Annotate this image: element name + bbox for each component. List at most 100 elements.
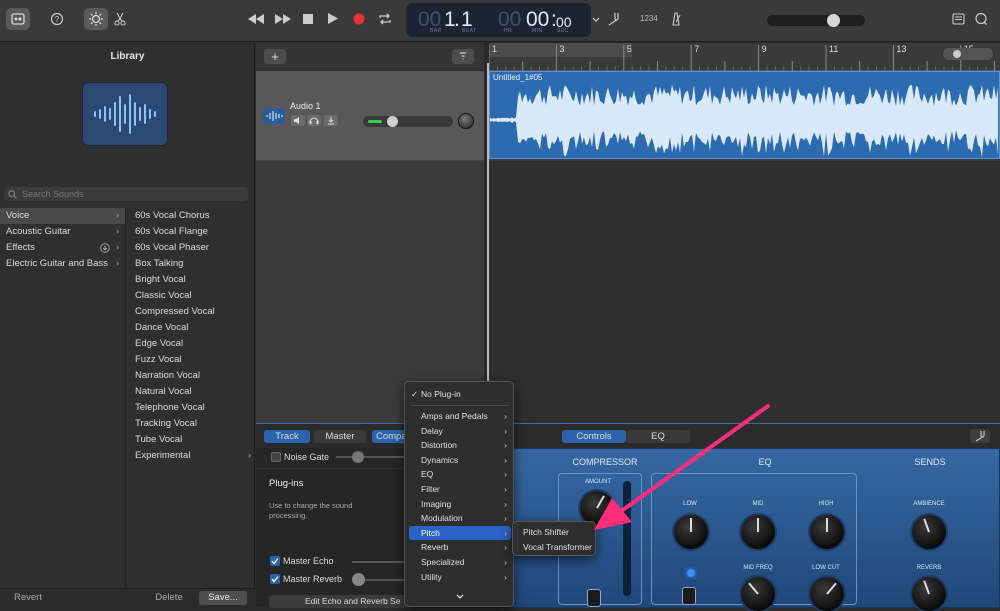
menu-item-pitch[interactable]: Pitch › xyxy=(409,525,511,540)
inspector-button[interactable] xyxy=(970,429,990,443)
tab-master[interactable]: Master xyxy=(314,430,366,443)
noise-gate-checkbox[interactable] xyxy=(271,452,281,462)
master-volume-thumb[interactable] xyxy=(827,14,840,27)
svg-text:?: ? xyxy=(55,15,60,24)
noise-gate-slider[interactable] xyxy=(336,456,406,458)
menu-item-reverb[interactable]: Reverb › xyxy=(409,540,511,554)
ambience-label: AMBIENCE xyxy=(913,501,945,507)
play-button[interactable] xyxy=(321,8,345,30)
reverb-knob[interactable] xyxy=(912,577,946,611)
delete-button[interactable]: Delete xyxy=(148,591,190,605)
preset-item[interactable]: Experimental › xyxy=(135,448,253,464)
noise-gate-label: Noise Gate xyxy=(284,452,330,462)
track-volume-slider[interactable] xyxy=(363,116,453,127)
menu-item-specialized[interactable]: Specialized › xyxy=(409,555,511,569)
preset-item[interactable]: Classic Vocal xyxy=(135,288,253,304)
menu-item-imaging[interactable]: Imaging › xyxy=(409,497,511,511)
search-sounds-field[interactable]: Search Sounds xyxy=(4,187,248,201)
master-volume-slider[interactable] xyxy=(767,14,865,27)
lcd-display[interactable]: 00 1 . 1 00 00 : 00 BAR BEAT HR MIN SEC xyxy=(406,3,591,37)
add-track-button[interactable]: + xyxy=(264,49,286,64)
smart-controls-button[interactable] xyxy=(84,8,108,30)
preset-item[interactable]: Fuzz Vocal xyxy=(135,352,253,368)
scroll-down-icon[interactable] xyxy=(455,593,465,604)
loop-browser-button[interactable] xyxy=(969,8,993,30)
track-name[interactable]: Audio 1 xyxy=(290,101,321,111)
track-header-audio-1[interactable]: Audio 1 xyxy=(256,71,484,161)
track-volume-thumb[interactable] xyxy=(387,116,398,127)
notepad-button[interactable] xyxy=(946,8,970,30)
count-in-signature[interactable]: 1234 xyxy=(640,14,658,23)
low-cut-knob[interactable] xyxy=(810,577,844,611)
record-button[interactable] xyxy=(347,8,371,30)
ruler-bar-number: 3 xyxy=(559,44,565,54)
category-electric-guitar-and-bass[interactable]: Electric Guitar and Bass › xyxy=(0,256,125,272)
menu-item-delay[interactable]: Delay › xyxy=(409,424,511,438)
master-reverb-thumb[interactable] xyxy=(352,573,365,586)
menu-item-modulation[interactable]: Modulation › xyxy=(409,511,511,525)
quick-help-button[interactable]: ? xyxy=(45,8,69,30)
pan-knob[interactable] xyxy=(458,113,474,129)
preset-item[interactable]: Narration Vocal xyxy=(135,368,253,384)
menu-item-distortion[interactable]: Distortion › xyxy=(409,438,511,452)
menu-item-dynamics[interactable]: Dynamics › xyxy=(409,453,511,467)
save-button[interactable]: Save... xyxy=(199,591,247,605)
revert-button[interactable]: Revert xyxy=(4,591,52,605)
library-footer: Revert Delete Save... xyxy=(0,588,255,607)
global-tracks-button[interactable] xyxy=(452,49,474,64)
reverb-label: REVERB xyxy=(916,565,942,571)
ambience-knob[interactable] xyxy=(912,515,946,549)
preset-item[interactable]: Tracking Vocal xyxy=(135,416,253,432)
preset-item[interactable]: Edge Vocal xyxy=(135,336,253,352)
eq-switch[interactable] xyxy=(682,587,696,605)
preset-item[interactable]: Telephone Vocal xyxy=(135,400,253,416)
metronome-button[interactable] xyxy=(664,8,688,30)
preset-item[interactable]: 60s Vocal Phaser xyxy=(135,240,253,256)
preset-item[interactable]: Compressed Vocal xyxy=(135,304,253,320)
zoom-thumb[interactable] xyxy=(953,50,961,58)
category-acoustic-guitar[interactable]: Acoustic Guitar › xyxy=(0,224,125,240)
category-effects[interactable]: Effects › xyxy=(0,240,125,256)
menu-item-no-plugin[interactable]: ✓ No Plug-in xyxy=(409,387,511,401)
compressor-switch[interactable] xyxy=(587,589,601,607)
mid-freq-knob[interactable] xyxy=(741,577,775,611)
rewind-button[interactable] xyxy=(244,8,268,30)
preset-item[interactable]: Dance Vocal xyxy=(135,320,253,336)
timeline-ruler[interactable]: 13579111315 xyxy=(485,43,1000,71)
lcd-mode-dropdown[interactable] xyxy=(591,10,601,32)
record-enable-button[interactable] xyxy=(324,115,338,126)
category-voice[interactable]: Voice › xyxy=(0,208,125,224)
edit-echo-reverb-button[interactable]: Edit Echo and Reverb Se xyxy=(269,595,411,608)
master-echo-slider[interactable] xyxy=(352,561,407,563)
audio-region[interactable]: Untitled_1#05 xyxy=(489,71,1000,159)
fast-forward-button[interactable] xyxy=(271,8,295,30)
stop-button[interactable] xyxy=(296,8,320,30)
editors-button[interactable] xyxy=(108,8,132,30)
preset-item[interactable]: Bright Vocal xyxy=(135,272,253,288)
high-knob[interactable] xyxy=(810,515,844,549)
tab-track[interactable]: Track xyxy=(264,430,310,443)
preset-item[interactable]: Box Talking xyxy=(135,256,253,272)
cycle-button[interactable] xyxy=(373,8,397,30)
noise-gate-thumb[interactable] xyxy=(352,451,364,463)
preset-item[interactable]: Natural Vocal xyxy=(135,384,253,400)
menu-item-eq[interactable]: EQ › xyxy=(409,467,511,481)
preset-item[interactable]: Tube Vocal xyxy=(135,432,253,448)
ruler-bar-number: 9 xyxy=(761,44,767,54)
preset-item[interactable]: 60s Vocal Chorus xyxy=(135,208,253,224)
library-button[interactable] xyxy=(6,8,30,30)
master-reverb-checkbox[interactable] xyxy=(270,574,280,584)
preset-item[interactable]: 60s Vocal Flange xyxy=(135,224,253,240)
menu-item-filter[interactable]: Filter › xyxy=(409,482,511,496)
low-cut-label: LOW CUT xyxy=(812,565,840,571)
menu-item-utility[interactable]: Utility › xyxy=(409,570,511,584)
zoom-slider[interactable] xyxy=(943,48,993,60)
menu-item-amps-and-pedals[interactable]: Amps and Pedals › xyxy=(409,409,511,423)
menu-item-pitch-shifter[interactable]: Pitch Shifter xyxy=(517,525,593,539)
menu-item-vocal-transformer[interactable]: Vocal Transformer xyxy=(517,540,593,554)
tuner-button[interactable] xyxy=(601,8,625,30)
menu-item-label: Dynamics xyxy=(421,454,459,465)
master-echo-checkbox[interactable] xyxy=(270,556,280,566)
mute-button[interactable] xyxy=(291,115,305,126)
solo-button[interactable] xyxy=(307,115,321,126)
